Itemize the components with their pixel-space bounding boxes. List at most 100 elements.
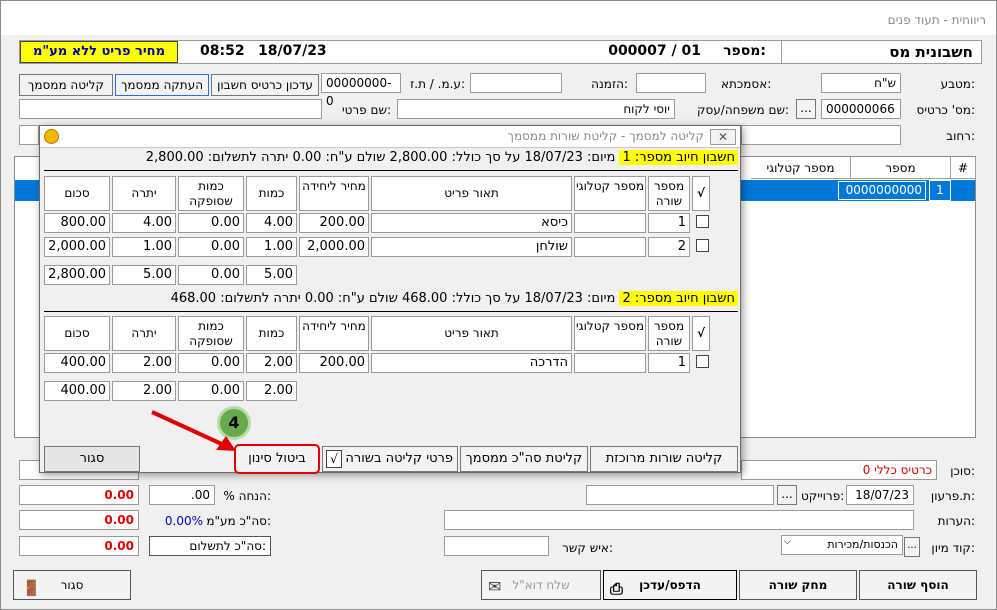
envelope-icon: ✉ bbox=[488, 577, 502, 596]
s2-row1-qty: 2.00 bbox=[246, 353, 297, 373]
add-line-button[interactable]: הוסף שורה bbox=[859, 570, 977, 600]
s2-header-supplied: כמות שסופקה bbox=[178, 316, 244, 351]
send-email-button[interactable]: שלח דוא"ל ✉ bbox=[481, 570, 601, 600]
s2-row1-balance: 2.00 bbox=[112, 353, 176, 373]
print-update-button[interactable]: הדפס/עדכן ⎙ bbox=[603, 570, 737, 600]
agent-field[interactable]: כרטיס כללי 0 bbox=[741, 460, 937, 480]
vat-id-field[interactable]: 00000000-0 bbox=[321, 73, 401, 108]
section-2-summary: מיום: 18/07/23 על סך כולל: 468.00 שולם ע… bbox=[170, 291, 620, 306]
s2-header-total: סכום bbox=[44, 316, 110, 351]
s1-row1-supplied: 0.00 bbox=[178, 213, 244, 233]
card-no-field[interactable]: 000000066 bbox=[821, 99, 901, 119]
contact-field[interactable] bbox=[444, 536, 549, 556]
doc-header: חשבונית מס מספר: 000007 / 01 18/07/23 08… bbox=[19, 40, 982, 64]
close-main-label: סגור bbox=[60, 578, 84, 592]
pay-total-label: סה"כ לתשלום: bbox=[149, 536, 271, 556]
s1-total-qty: 5.00 bbox=[246, 265, 297, 285]
s1-row2-balance: 1.00 bbox=[112, 237, 176, 257]
s2-header-price: מחיר ליחידה bbox=[299, 316, 369, 351]
s1-total-balance: 5.00 bbox=[112, 265, 176, 285]
due-date-label: ת.פרעון: bbox=[930, 489, 975, 503]
order-label: הזמנה: bbox=[591, 77, 628, 91]
section-1-title: חשבון חיוב מספר: 1 bbox=[619, 150, 738, 165]
street-field-left[interactable] bbox=[19, 125, 39, 145]
s1-row2-price: 2,000.00 bbox=[299, 237, 369, 257]
s1-header-supplied: כמות שסופקה bbox=[178, 176, 244, 211]
close-icon[interactable]: ✕ bbox=[710, 129, 736, 145]
project-label: פרוייקט: bbox=[801, 489, 845, 503]
project-lookup-button[interactable]: ... bbox=[777, 485, 797, 505]
import-doc-total-button[interactable]: קליטת סה"כ ממסמך bbox=[460, 446, 588, 472]
grid-row-code[interactable]: 0000000000 bbox=[838, 181, 926, 200]
amount-field-2: 0.00 bbox=[19, 510, 139, 530]
s1-header-desc: תאור פריט bbox=[371, 176, 572, 211]
doc-number-label: מספר: bbox=[723, 43, 766, 59]
import-lines-dialog: קליטה למסמך - קליטת שורות ממסמך ✕ חשבון … bbox=[39, 125, 741, 474]
currency-field[interactable]: ש"ח bbox=[821, 73, 901, 93]
doc-time: 08:52 bbox=[200, 43, 245, 59]
s2-header-desc: תאור פריט bbox=[371, 316, 572, 351]
card-lookup-button[interactable]: ... bbox=[796, 99, 816, 119]
s1-header-balance: יתרה bbox=[112, 176, 176, 211]
sort-code-select[interactable]: הכנסות/מכירות bbox=[781, 535, 903, 555]
currency-label: מטבע: bbox=[940, 77, 975, 91]
vat-total-value: 0.00% bbox=[164, 514, 203, 528]
reference-label: אסמכתא: bbox=[721, 77, 772, 91]
grid-header-catalog: מספר קטלוגי bbox=[751, 157, 851, 179]
family-name-label: שם משפחה/עסק: bbox=[696, 103, 789, 117]
send-email-label: שלח דוא"ל bbox=[512, 578, 570, 592]
s1-row1-total: 800.00 bbox=[44, 213, 110, 233]
line-details-checkbox[interactable]: √ bbox=[326, 450, 342, 468]
order-field[interactable] bbox=[470, 73, 562, 93]
update-card-button[interactable]: עדכון כרטיס חשבון bbox=[211, 74, 319, 96]
s2-header-qty: כמות bbox=[246, 316, 297, 351]
s1-row2-qty: 1.00 bbox=[246, 237, 297, 257]
project-field[interactable] bbox=[586, 485, 774, 505]
doc-number-value: 000007 / 01 bbox=[608, 43, 701, 59]
s2-row1-price: 200.00 bbox=[299, 353, 369, 373]
first-name-field[interactable] bbox=[19, 99, 322, 119]
vat-id-label: ע.מ. / ת.ז: bbox=[410, 77, 465, 91]
s2-total-sum: 400.00 bbox=[44, 381, 110, 401]
dialog-close-button[interactable]: סגור bbox=[44, 446, 140, 472]
due-date-field[interactable]: 18/07/23 bbox=[846, 485, 914, 505]
notes-field[interactable] bbox=[444, 510, 914, 530]
s2-row1-total: 400.00 bbox=[44, 353, 110, 373]
s2-row1-line: 1 bbox=[648, 353, 690, 373]
import-from-doc-button[interactable]: קליטה ממסמך bbox=[19, 74, 113, 96]
section-2-title: חשבון חיוב מספר: 2 bbox=[619, 291, 738, 306]
reference-field[interactable] bbox=[636, 73, 706, 93]
s1-row2-desc: שולחן bbox=[371, 237, 572, 257]
s1-total-supplied: 0.00 bbox=[178, 265, 244, 285]
cancel-filter-button[interactable]: ביטול סינון bbox=[234, 444, 320, 474]
s2-row1-checkbox[interactable] bbox=[696, 355, 709, 368]
notes-label: הערות: bbox=[937, 514, 975, 528]
s1-row1-line: 1 bbox=[648, 213, 690, 233]
doc-date: 18/07/23 bbox=[258, 43, 327, 59]
sort-lookup-button[interactable]: ... bbox=[904, 537, 920, 557]
delete-line-button[interactable]: מחק שורה bbox=[739, 570, 857, 600]
import-bulk-lines-button[interactable]: קליטה שורות מרוכזת bbox=[590, 446, 738, 472]
family-name-field[interactable]: יוסי לקוח bbox=[397, 99, 675, 119]
s2-header-line: מספר שורה bbox=[648, 316, 690, 351]
s1-row2-total: 2,000.00 bbox=[44, 237, 110, 257]
s1-row1-desc: כיסא bbox=[371, 213, 572, 233]
s2-header-balance: יתרה bbox=[112, 316, 176, 351]
discount-field[interactable]: .00 bbox=[149, 485, 215, 505]
section-1-header: חשבון חיוב מספר: 1 מיום: 18/07/23 על סך … bbox=[44, 150, 738, 170]
amount-field-1: 0.00 bbox=[19, 485, 139, 505]
vat-total-label: סה"כ מע"מ: bbox=[206, 514, 271, 528]
s1-row1-checkbox[interactable] bbox=[696, 215, 709, 228]
line-details-toggle[interactable]: פרטי קליטה בשורה √ bbox=[322, 446, 458, 472]
annotation-arrow-icon bbox=[151, 410, 236, 451]
s1-row2-checkbox[interactable] bbox=[696, 239, 709, 252]
s1-header-qty: כמות bbox=[246, 176, 297, 211]
close-main-button[interactable]: סגור 🚪 bbox=[13, 570, 131, 600]
s1-header-total: סכום bbox=[44, 176, 110, 211]
app-coin-icon bbox=[44, 129, 59, 144]
chevron-down-icon[interactable]: ⌵ bbox=[784, 537, 791, 547]
street-field[interactable] bbox=[741, 125, 901, 145]
copy-from-doc-button[interactable]: העתקה ממסמך bbox=[115, 74, 209, 96]
grid-row-index: 1 bbox=[929, 180, 951, 201]
s1-header-line: מספר שורה bbox=[648, 176, 690, 211]
